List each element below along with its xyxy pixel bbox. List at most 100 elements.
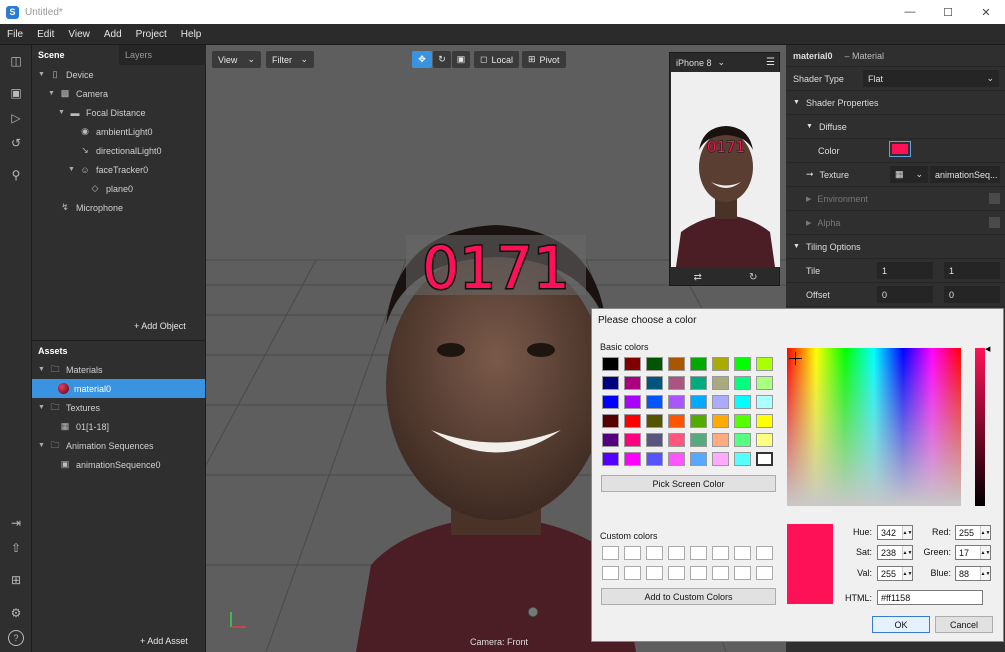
texture-value[interactable]: animationSeq... <box>930 166 1000 183</box>
asset-folder-animation-sequences[interactable]: ▼ 🗀 Animation Sequences <box>38 436 154 455</box>
camera-switch-icon[interactable]: ⇄ <box>694 272 702 283</box>
crosshair-icon[interactable] <box>789 352 802 365</box>
asset-item-material0[interactable]: material0 <box>32 379 205 398</box>
asset-folder-materials[interactable]: ▼ 🗀 Materials <box>38 360 103 379</box>
basic-color-swatch[interactable] <box>602 395 619 409</box>
local-toggle[interactable]: ◻ Local <box>474 51 519 68</box>
ok-button[interactable]: OK <box>872 616 930 633</box>
tree-item-facetracker[interactable]: ▼ ☺ faceTracker0 <box>68 160 148 179</box>
basic-color-swatch[interactable] <box>690 357 707 371</box>
basic-color-swatch[interactable] <box>646 376 663 390</box>
menu-edit[interactable]: Edit <box>30 29 61 40</box>
close-icon[interactable]: ✕ <box>967 0 1005 24</box>
asset-item-animation-sequence[interactable]: ▣ animationSequence0 <box>58 455 161 474</box>
import-icon[interactable]: ⇥ <box>8 515 24 531</box>
basic-color-swatch[interactable] <box>624 395 641 409</box>
basic-color-swatch[interactable] <box>734 433 751 447</box>
basic-color-swatch[interactable] <box>668 376 685 390</box>
basic-color-swatch[interactable] <box>668 414 685 428</box>
val-spinbox[interactable]: 255 ▲▼ <box>877 566 913 581</box>
basic-color-swatch[interactable] <box>756 414 773 428</box>
pivot-toggle[interactable]: ⊞ Pivot <box>522 51 566 68</box>
tree-item-microphone[interactable]: ↯ Microphone <box>58 198 123 217</box>
custom-color-swatch[interactable] <box>624 566 641 580</box>
basic-color-swatch[interactable] <box>690 433 707 447</box>
add-asset-button[interactable]: + Add Asset <box>140 636 188 646</box>
tree-item-device[interactable]: ▼ ▯ Device <box>38 65 94 84</box>
menu-icon[interactable]: ☰ <box>766 57 775 68</box>
hue-saturation-field[interactable] <box>787 348 961 506</box>
tile-x-input[interactable]: 1 <box>877 262 933 279</box>
hue-spinbox[interactable]: 342 ▲▼ <box>877 525 913 540</box>
basic-color-swatch[interactable] <box>690 395 707 409</box>
share-icon[interactable]: ⇧ <box>8 540 24 556</box>
diffuse-color-swatch[interactable] <box>889 141 911 157</box>
tree-item-ambientlight[interactable]: ◉ ambientLight0 <box>78 122 152 141</box>
basic-color-swatch[interactable] <box>602 452 619 466</box>
custom-color-swatch[interactable] <box>734 546 751 560</box>
add-to-custom-colors-button[interactable]: Add to Custom Colors <box>601 588 776 605</box>
blue-spinbox[interactable]: 88 ▲▼ <box>955 566 991 581</box>
folder-add-icon[interactable]: ⊞ <box>8 572 24 588</box>
basic-color-swatch[interactable] <box>690 452 707 466</box>
basic-color-swatch[interactable] <box>756 395 773 409</box>
basic-color-swatch[interactable] <box>646 452 663 466</box>
caret-down-icon[interactable]: ▼ <box>38 404 48 411</box>
basic-color-swatch[interactable] <box>712 452 729 466</box>
html-input[interactable]: #ff1158 <box>877 590 983 605</box>
bug-icon[interactable]: ⚙ <box>8 605 24 621</box>
offset-x-input[interactable]: 0 <box>877 286 933 303</box>
caret-down-icon[interactable]: ▼ <box>68 166 78 173</box>
basic-color-swatch[interactable] <box>756 376 773 390</box>
basic-color-swatch[interactable] <box>646 357 663 371</box>
asset-folder-textures[interactable]: ▼ 🗀 Textures <box>38 398 100 417</box>
basic-color-swatch[interactable] <box>756 357 773 371</box>
basic-color-swatch[interactable] <box>756 452 773 466</box>
green-spinbox[interactable]: 17 ▲▼ <box>955 545 991 560</box>
rotate-tool-icon[interactable]: ↻ <box>433 51 451 68</box>
basic-color-swatch[interactable] <box>734 376 751 390</box>
basic-color-swatch[interactable] <box>668 433 685 447</box>
tiling-options-label[interactable]: Tiling Options <box>806 242 861 252</box>
custom-color-swatch[interactable] <box>646 546 663 560</box>
basic-color-swatch[interactable] <box>712 376 729 390</box>
tile-y-input[interactable]: 1 <box>944 262 1000 279</box>
add-object-button[interactable]: + Add Object <box>134 321 186 331</box>
basic-color-swatch[interactable] <box>712 357 729 371</box>
basic-color-swatch[interactable] <box>602 376 619 390</box>
basic-color-swatch[interactable] <box>668 452 685 466</box>
search-icon[interactable]: ⚲ <box>8 167 24 183</box>
value-slider-arrow-icon[interactable]: ◀ <box>985 345 990 353</box>
caret-down-icon[interactable]: ▼ <box>48 90 58 97</box>
custom-color-swatch[interactable] <box>712 546 729 560</box>
tree-item-focal-distance[interactable]: ▼ ▬ Focal Distance <box>58 103 146 122</box>
menu-view[interactable]: View <box>61 29 97 40</box>
play-icon[interactable]: ▷ <box>8 110 24 126</box>
offset-y-input[interactable]: 0 <box>944 286 1000 303</box>
basic-color-swatch[interactable] <box>712 433 729 447</box>
sat-spinbox[interactable]: 238 ▲▼ <box>877 545 913 560</box>
layout-icon[interactable]: ◫ <box>8 53 24 69</box>
basic-color-swatch[interactable] <box>624 414 641 428</box>
tree-item-plane[interactable]: ◇ plane0 <box>88 179 134 198</box>
basic-color-swatch[interactable] <box>624 433 641 447</box>
texture-type-select[interactable]: ▦ ⌄ <box>890 166 928 183</box>
basic-color-swatch[interactable] <box>668 395 685 409</box>
custom-color-swatch[interactable] <box>712 566 729 580</box>
basic-color-swatch[interactable] <box>646 433 663 447</box>
link-arrow-icon[interactable]: ➞ <box>806 169 814 180</box>
tab-scene[interactable]: Scene <box>32 45 119 65</box>
tree-item-directionallight[interactable]: ↘ directionalLight0 <box>78 141 161 160</box>
menu-help[interactable]: Help <box>174 29 209 40</box>
scale-tool-icon[interactable]: ▣ <box>452 51 470 68</box>
chevron-down-icon[interactable]: ⌄ <box>718 57 726 68</box>
asset-item-texture[interactable]: ▦ 01[1-18] <box>58 417 109 436</box>
caret-down-icon[interactable]: ▼ <box>806 123 813 130</box>
custom-color-swatch[interactable] <box>668 566 685 580</box>
basic-color-swatch[interactable] <box>756 433 773 447</box>
custom-color-swatch[interactable] <box>602 546 619 560</box>
caret-down-icon[interactable]: ▼ <box>793 243 800 250</box>
basic-color-swatch[interactable] <box>690 414 707 428</box>
caret-down-icon[interactable]: ▼ <box>38 71 48 78</box>
tree-item-camera[interactable]: ▼ ▩ Camera <box>48 84 108 103</box>
